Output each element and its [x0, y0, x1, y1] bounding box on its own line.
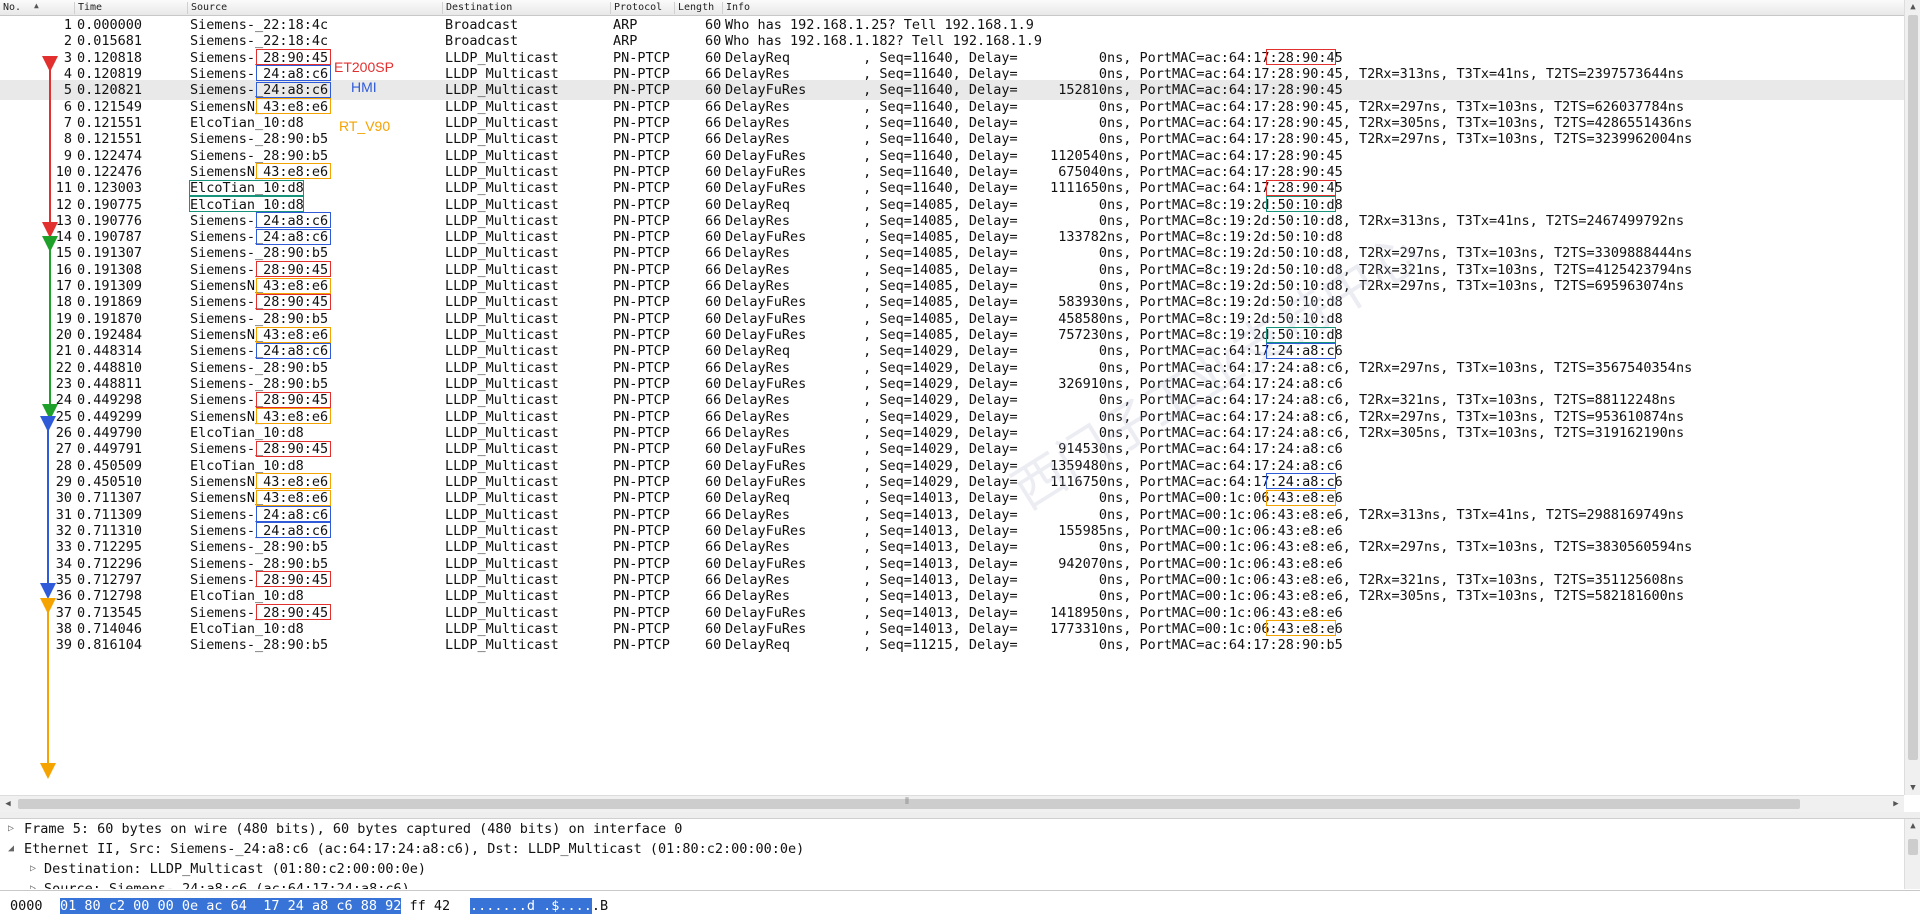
- packet-list-header: No. ▲ Time Source Destination Protocol L…: [0, 0, 1904, 16]
- sequence-arrows: [40, 56, 58, 779]
- expand-triangle-icon[interactable]: ▷: [30, 863, 36, 874]
- packet-row[interactable]: 39 0.816104 Siemens-_28:90:b5 LLDP_Multicas…: [0, 635, 1904, 655]
- packet-details-pane[interactable]: ▷ Frame 5: 60 bytes on wire (480 bits), …: [0, 819, 1904, 889]
- scroll-up-icon[interactable]: ▲: [1905, 819, 1920, 833]
- packet-length: 60: [705, 637, 722, 654]
- scroll-left-icon[interactable]: ◀: [0, 797, 16, 811]
- ascii-rest[interactable]: .B: [592, 898, 608, 914]
- detail-ethernet[interactable]: Ethernet II, Src: Siemens-_24:a8:c6 (ac:…: [24, 840, 804, 858]
- column-length[interactable]: Length: [674, 2, 723, 14]
- scroll-thumb[interactable]: [1908, 839, 1918, 855]
- label-rt-v90: RT_V90: [339, 118, 391, 134]
- scroll-right-icon[interactable]: ▶: [1888, 797, 1904, 811]
- detail-source[interactable]: Source: Siemens-_24:a8:c6 (ac:64:17:24:a…: [44, 880, 410, 889]
- detail-frame[interactable]: Frame 5: 60 bytes on wire (480 bits), 60…: [24, 820, 682, 838]
- column-info[interactable]: Info: [722, 2, 1896, 14]
- pane-splitter[interactable]: [0, 812, 1920, 819]
- details-vertical-scrollbar[interactable]: ▲: [1904, 819, 1920, 889]
- collapse-triangle-icon[interactable]: ◢: [8, 843, 14, 854]
- scroll-thumb[interactable]: [1908, 15, 1918, 760]
- byte-offset: 0000: [10, 898, 43, 914]
- ascii-dump[interactable]: .......d .$.....B: [470, 898, 608, 914]
- scroll-down-icon[interactable]: ▼: [1905, 781, 1920, 795]
- sort-ascending-icon: ▲: [34, 1, 39, 10]
- packet-protocol: PN-PTCP: [613, 637, 670, 654]
- packet-destination: LLDP_Multicast: [445, 637, 559, 654]
- expand-triangle-icon[interactable]: ▷: [30, 883, 36, 889]
- hex-rest[interactable]: ff 42: [401, 898, 451, 914]
- scroll-up-icon[interactable]: ▲: [1905, 0, 1920, 14]
- scroll-thumb-horizontal[interactable]: [18, 799, 1800, 809]
- column-time[interactable]: Time: [74, 2, 188, 14]
- label-et200sp: ET200SP: [334, 59, 394, 75]
- detail-destination[interactable]: Destination: LLDP_Multicast (01:80:c2:00…: [44, 860, 426, 878]
- packet-list-horizontal-scrollbar[interactable]: ◀ ⦀ ▶: [0, 795, 1904, 812]
- hex-selected[interactable]: 01 80 c2 00 00 0e ac 64 17 24 a8 c6 88 9…: [60, 898, 402, 914]
- packet-info: DelayReq , Seq=11215, Delay= 0ns, PortMA…: [725, 637, 1343, 654]
- packet-source: Siemens-_28:90:b5: [190, 637, 329, 654]
- column-destination[interactable]: Destination: [442, 2, 611, 14]
- packet-list[interactable]: 1 0.000000 Siemens-_22:18:4c Broadcast ARP 60…: [0, 16, 1904, 794]
- column-protocol[interactable]: Protocol: [610, 2, 676, 14]
- label-hmi: HMI: [351, 79, 377, 95]
- grip-icon: ⦀: [905, 797, 909, 807]
- column-source[interactable]: Source: [187, 2, 441, 14]
- hex-dump[interactable]: 01 80 c2 00 00 0e ac 64 17 24 a8 c6 88 9…: [60, 898, 450, 914]
- expand-triangle-icon[interactable]: ▷: [8, 823, 14, 834]
- packet-list-vertical-scrollbar[interactable]: ▲ ▼: [1904, 0, 1920, 795]
- packet-bytes-pane[interactable]: 0000 01 80 c2 00 00 0e ac 64 17 24 a8 c6…: [0, 890, 1920, 920]
- ascii-selected[interactable]: .......d .$....: [470, 898, 592, 914]
